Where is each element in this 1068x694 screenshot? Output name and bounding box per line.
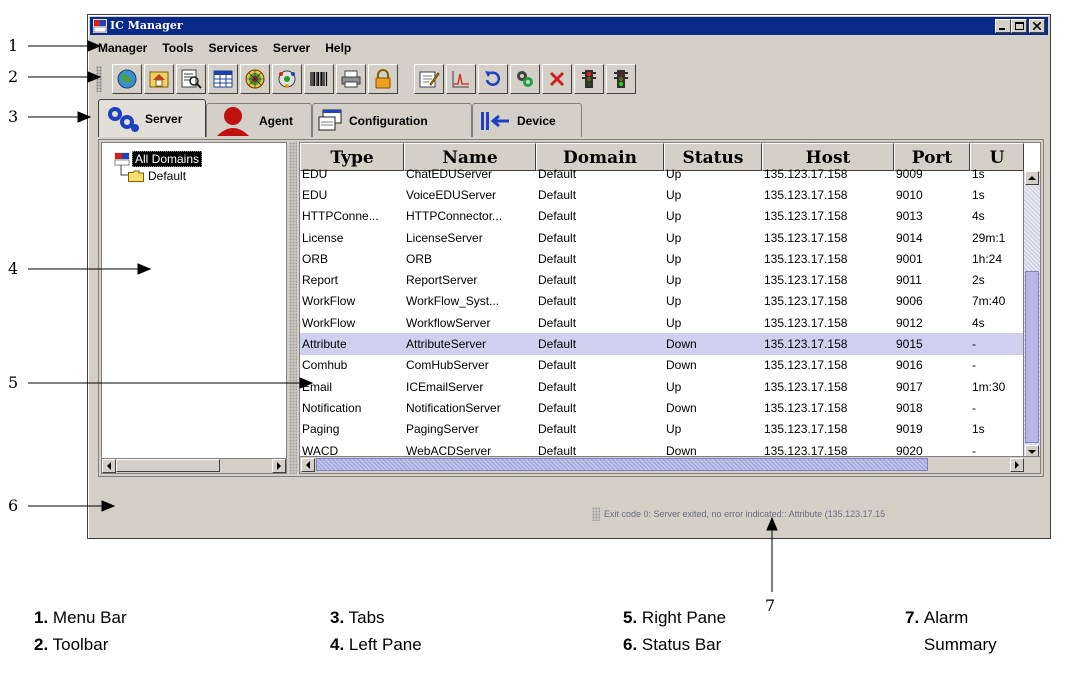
legend-column-2: 3. Tabs 4. Left Pane	[330, 604, 422, 658]
legend-label-alarm-summary: Alarm Summary	[923, 608, 997, 654]
legend-number: 2.	[34, 635, 49, 654]
callout-arrows	[28, 40, 778, 592]
legend-label-right-pane: Right Pane	[641, 608, 727, 627]
legend-number: 7.	[905, 608, 920, 627]
legend-number: 5.	[623, 608, 638, 627]
legend-number: 1.	[34, 608, 49, 627]
legend-label-menu-bar: Menu Bar	[52, 608, 127, 627]
legend-column-3: 5. Right Pane 6. Status Bar	[623, 604, 726, 658]
legend-label-status-bar: Status Bar	[641, 635, 722, 654]
legend-number: 3.	[330, 608, 345, 627]
legend-number: 4.	[330, 635, 345, 654]
legend-number: 6.	[623, 635, 638, 654]
legend-label-left-pane: Left Pane	[348, 635, 422, 654]
legend-label-tabs: Tabs	[348, 608, 385, 627]
legend-column-1: 1. Menu Bar 2. Toolbar	[34, 604, 127, 658]
legend-column-4: 7. Alarm Summary	[905, 604, 1065, 658]
legend-label-toolbar: Toolbar	[52, 635, 109, 654]
